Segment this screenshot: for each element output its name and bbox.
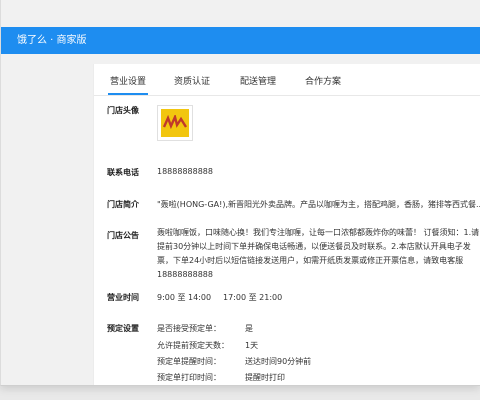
settings-content: 门店头像 联系电话 18888888888 门店简介 "轰啦(HONG-GA!)… [92,0,480,400]
hours-label: 营业时间 [107,293,139,302]
reservation-label: 预定设置 [107,324,139,333]
reservation-print-value: 提醒时打印 [245,373,285,382]
reservation-days-label: 允许提前预定天数： [157,341,229,350]
reservation-remind-label: 预定单提醒时间： [157,357,221,366]
phone-label: 联系电话 [107,168,139,177]
store-logo [161,109,189,137]
hours-slot-1: 9:00 至 14:00 [157,293,212,302]
avatar-label: 门店头像 [107,106,139,115]
intro-label: 门店简介 [107,200,139,209]
reservation-days-value: 1天 [245,341,259,350]
phone-value: 18888888888 [157,167,213,176]
reservation-accept-label: 是否接受预定单： [157,324,221,333]
reservation-accept-value: 是 [245,324,253,333]
app-title: 饿了么 · 商家版 [17,35,87,46]
notice-value: 轰啦咖喱饭，口味随心换！我们专注咖喱，让每一口浓郁都轰炸你的味蕾！ 订餐须知：1… [157,228,480,279]
notice-label: 门店公告 [107,231,139,240]
store-avatar[interactable] [157,105,193,141]
reservation-print-label: 预定单打印时间： [157,373,221,382]
logo-icon [162,115,188,130]
intro-value: "轰啦(HONG-GA!),新晋阳光外卖品牌。产品以咖喱为主，搭配鸡腿，香肠，猪… [157,200,480,209]
hours-slot-2: 17:00 至 21:00 [223,293,283,302]
reservation-remind-value: 送达时间90分钟前 [245,357,312,366]
